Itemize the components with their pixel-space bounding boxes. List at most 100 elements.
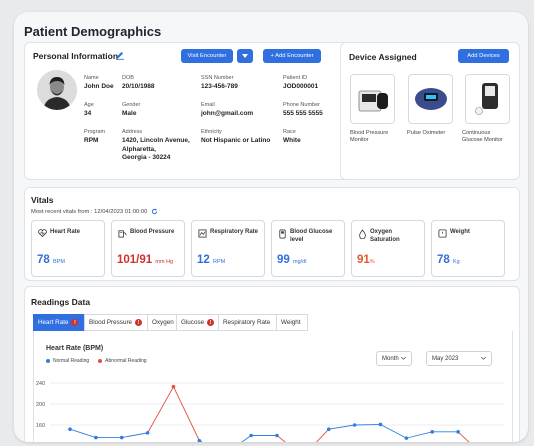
weight-icon [438, 229, 447, 238]
oxygen-icon [359, 229, 366, 239]
vital-respiratory-rate: Respiratory Rate 12 RPM [191, 220, 265, 277]
add-encounter-button[interactable]: + Add Encounter [263, 49, 321, 63]
series-line-segment [354, 424, 381, 426]
visit-encounter-button[interactable]: Visit Encounter [181, 49, 233, 63]
vital-oxygen-saturation: Oxygen Saturation 91% [351, 220, 425, 277]
chevron-down-icon [242, 54, 248, 58]
normal-point [430, 430, 435, 434]
y-tick-label: 160 [36, 423, 45, 429]
chart-panel: Heart Rate (BPM) Normal Reading Abnormal… [33, 331, 513, 442]
tab-weight[interactable]: Weight [276, 314, 308, 331]
normal-point [275, 433, 279, 438]
abnormal-point [171, 384, 176, 389]
chart-title: Heart Rate (BPM) [46, 345, 104, 352]
vital-heart-rate: Heart Rate 78 BPM [31, 220, 105, 277]
heart-rate-chart: 240200160120 [36, 381, 504, 442]
email-value: john@gmail.com [201, 110, 254, 117]
alert-icon: ! [71, 319, 79, 326]
program-value: RPM [84, 137, 99, 144]
chevron-down-icon [481, 357, 486, 360]
device-bp-label: Blood Pressure Monitor [350, 130, 389, 143]
series-line-segment [147, 386, 174, 434]
device-bp-monitor[interactable] [350, 74, 395, 124]
tab-blood-pressure[interactable]: Blood Pressure! [84, 314, 148, 331]
address-line3: Georgia - 30224 [122, 154, 171, 161]
add-devices-button[interactable]: Add Devices [458, 49, 509, 63]
dob-label: DOB [122, 75, 134, 81]
app-frame: Patient Demographics Personal Informatio… [14, 12, 528, 442]
normal-point [68, 427, 72, 431]
normal-point [197, 438, 202, 442]
alert-icon: ! [135, 319, 143, 326]
normal-point [119, 435, 124, 440]
month-select[interactable]: May 2023 [426, 351, 492, 366]
personal-info-card: Personal Information Visit Encounter + A… [24, 42, 350, 180]
gender-value: Male [122, 110, 137, 117]
name-label: Name [84, 75, 99, 81]
blood-pressure-icon [118, 230, 127, 238]
legend-normal-marker [46, 359, 50, 363]
avatar [37, 70, 77, 110]
program-label: Program [84, 129, 106, 135]
visit-encounter-dropdown[interactable] [237, 49, 253, 63]
normal-point [326, 427, 331, 431]
heart-rate-icon [38, 229, 47, 237]
tab-glucose[interactable]: Glucose! [176, 314, 219, 331]
series-line-segment [69, 428, 97, 439]
series-line-segment [173, 386, 200, 441]
series-line-segment [241, 435, 252, 442]
page-title: Patient Demographics [24, 24, 162, 39]
glucose-monitor-icon [475, 83, 498, 115]
vital-blood-glucose: Blood Glucose level 99 mg/dl [271, 220, 345, 277]
device-pulse-oximeter[interactable] [408, 74, 453, 124]
device-oximeter-label: Pulse Oximeter [407, 130, 446, 136]
glucose-icon [279, 229, 286, 239]
tab-heart-rate[interactable]: Heart Rate! [33, 314, 85, 331]
normal-point [456, 430, 460, 434]
alert-icon: ! [207, 319, 214, 326]
normal-point [404, 436, 409, 440]
vitals-subtitle: Most recent vitals from : 12/04/2023 01:… [31, 208, 158, 215]
tab-oxygen[interactable]: Oxygen [147, 314, 177, 331]
dob-value: 20/10/1988 [122, 83, 155, 90]
period-select[interactable]: Month [376, 351, 412, 366]
email-label: Email [201, 102, 215, 108]
series-line-segment [315, 428, 330, 442]
ethnicity-label: Ethnicity [201, 129, 222, 135]
normal-point [94, 435, 98, 440]
patient-id-value: JOD000001 [283, 83, 319, 90]
legend-abnormal-marker [98, 359, 103, 363]
refresh-icon[interactable] [151, 208, 158, 215]
device-assigned-card: Device Assigned Add Devices Blood Pressu… [340, 42, 520, 180]
age-value: 34 [84, 110, 92, 117]
normal-point [249, 433, 253, 438]
device-glucose-monitor[interactable] [465, 74, 510, 124]
race-value: White [283, 137, 301, 144]
ethnicity-value: Not Hispanic or Latino [201, 137, 271, 144]
pulse-oximeter-icon [415, 88, 447, 110]
series-line-segment [328, 424, 355, 430]
series-line-segment [121, 432, 148, 439]
normal-point [352, 423, 357, 427]
device-assigned-title: Device Assigned [349, 52, 417, 62]
race-label: Race [283, 129, 296, 135]
y-tick-label: 200 [36, 402, 45, 408]
series-line-segment [199, 440, 203, 442]
series-line-segment [406, 431, 433, 439]
address-label: Address [122, 129, 143, 135]
bp-monitor-icon [358, 90, 388, 112]
vital-blood-pressure: Blood Pressure 101/91 mm Hg [111, 220, 185, 277]
phone-value: 555 555 5555 [283, 110, 323, 117]
respiratory-icon [198, 229, 207, 238]
patient-id-label: Patient ID [283, 75, 308, 81]
address-line1: 1420, Lincoln Avenue, [122, 137, 190, 144]
age-label: Age [84, 102, 94, 108]
address-line2: Alpharetta, [122, 145, 156, 153]
series-line-segment [276, 435, 286, 442]
chevron-down-icon [401, 357, 406, 360]
phone-label: Phone Number [283, 102, 320, 108]
edit-icon[interactable] [115, 50, 125, 60]
normal-point [378, 422, 383, 427]
normal-point [145, 431, 150, 435]
tab-respiratory-rate[interactable]: Respiratory Rate [218, 314, 277, 331]
